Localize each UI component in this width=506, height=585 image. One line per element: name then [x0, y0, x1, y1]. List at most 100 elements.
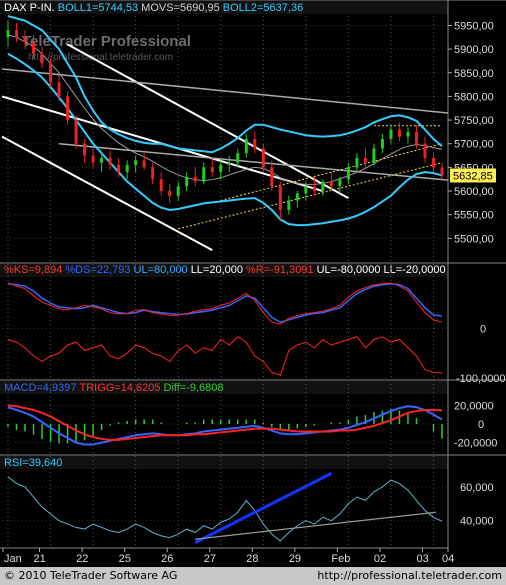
x-tick-label: 26 — [161, 553, 173, 565]
x-tick-label: 03 — [416, 553, 428, 565]
x-tick-label: 25 — [119, 553, 131, 565]
header-item: MOVS=5690,95 — [141, 2, 220, 14]
rsi-tick-label: 60,000 — [460, 482, 494, 494]
panel-header-0: DAX P-IN. BOLL1=5744,53 MOVS=5690,95 BOLL2=… — [4, 2, 303, 14]
candle-body — [270, 167, 274, 187]
stoch-tick-label: -100,0000 — [456, 373, 506, 385]
candle-body — [219, 165, 223, 173]
candle-body — [159, 179, 163, 192]
candle-body — [6, 30, 10, 38]
price-tick-label: 5550,00 — [454, 210, 494, 222]
price-tick-label: 5800,00 — [454, 91, 494, 103]
candle-body — [83, 143, 87, 156]
panel-header-3: RSI=39,640 — [4, 457, 62, 469]
candle-body — [227, 162, 231, 166]
candle-body — [91, 155, 95, 163]
candle-body — [389, 129, 393, 139]
panel-header-bg-3 — [0, 456, 448, 469]
x-tick-label: Feb — [331, 553, 350, 565]
footer-url-link[interactable]: http://professional.teletrader.com — [317, 567, 502, 585]
candle-body — [193, 176, 197, 182]
candle-body — [312, 186, 316, 192]
header-item: Diff=-9,6808 — [164, 382, 224, 394]
candle-body — [372, 148, 376, 163]
header-item: DAX P-IN. — [4, 2, 55, 14]
x-tick-label: 21 — [34, 553, 46, 565]
header-item: MACD=4,9397 — [4, 382, 76, 394]
price-tick-label: 5700,00 — [454, 139, 494, 151]
candle-body — [168, 191, 172, 196]
candle-body — [40, 53, 44, 64]
candle-body — [151, 167, 155, 180]
candle-body — [329, 181, 333, 187]
stoch-tick-label: 0 — [480, 324, 486, 336]
panel-header-1: %KS=9,894 %DS=22,793 UL=80,000 LL=20,000 %R=… — [4, 264, 446, 276]
candle-body — [125, 165, 129, 173]
macd-tick-label: 20,0000 — [454, 400, 494, 412]
candle-body — [236, 153, 240, 163]
candle-body — [49, 63, 53, 83]
header-item: %KS=9,894 — [4, 264, 62, 276]
candle-body — [397, 129, 401, 137]
candle-body — [346, 167, 350, 180]
x-tick-label: 29 — [289, 553, 301, 565]
x-tick-label: 28 — [246, 553, 258, 565]
macd-tick-label: -20,0000 — [454, 438, 497, 450]
header-item: LL=20,000 — [191, 264, 243, 276]
candle-body — [414, 131, 418, 144]
candle-body — [380, 139, 384, 149]
last-price-label: 5632,85 — [453, 170, 493, 182]
price-tick-label: 5850,00 — [454, 68, 494, 80]
candle-body — [440, 167, 444, 176]
candle-body — [108, 157, 112, 166]
candle-body — [244, 139, 248, 154]
candle-body — [74, 120, 78, 144]
candle-body — [406, 131, 410, 137]
x-tick-label: Jan — [4, 553, 22, 565]
price-tick-label: 5750,00 — [454, 115, 494, 127]
header-item: LL=-20,0000 — [384, 264, 446, 276]
header-item: UL=80,000 — [134, 264, 188, 276]
header-item: %DS=22,793 — [65, 264, 130, 276]
candle-body — [363, 157, 367, 163]
price-tick-label: 5600,00 — [454, 186, 494, 198]
price-tick-label: 5500,00 — [454, 233, 494, 245]
header-item: RSI=39,640 — [4, 457, 62, 469]
candle-body — [431, 157, 435, 168]
candle-body — [338, 179, 342, 187]
macd-tick-label: 0 — [478, 419, 484, 431]
candle-body — [287, 200, 291, 210]
copyright-text: © 2010 TeleTrader Software AG — [4, 569, 178, 582]
candle-body — [185, 176, 189, 187]
header-item: BOLL1=5744,53 — [58, 2, 138, 14]
candle-body — [117, 165, 121, 173]
candle-body — [134, 160, 138, 166]
header-item: %R=-91,3091 — [246, 264, 314, 276]
header-item: TRIGG=14,6205 — [79, 382, 160, 394]
x-tick-label: 27 — [204, 553, 216, 565]
candle-body — [261, 148, 265, 168]
candle-body — [304, 186, 308, 194]
header-item: BOLL2=5637,36 — [223, 2, 303, 14]
panel-header-2: MACD=4,9397 TRIGG=14,6205 Diff=-9,6808 — [4, 382, 224, 394]
candle-body — [423, 143, 427, 158]
x-tick-label: 04 — [442, 553, 454, 565]
candle-body — [355, 157, 359, 168]
candle-body — [57, 82, 61, 97]
header-item: UL=-80,0000 — [317, 264, 381, 276]
candle-body — [295, 193, 299, 201]
candle-body — [253, 139, 257, 149]
price-tick-label: 5900,00 — [454, 44, 494, 56]
candle-body — [321, 181, 325, 192]
candle-body — [66, 96, 70, 121]
candle-body — [142, 160, 146, 168]
panel-bg-1 — [0, 263, 506, 380]
rsi-tick-label: 40,000 — [460, 516, 494, 528]
candle-body — [176, 186, 180, 196]
candle-body — [278, 186, 282, 210]
price-tick-label: 5950,00 — [454, 20, 494, 32]
candle-body — [210, 167, 214, 173]
candle-body — [32, 42, 36, 54]
candle-body — [23, 37, 27, 43]
chart-canvas: DAX P-IN. BOLL1=5744,53 MOVS=5690,95 BOLL2=… — [0, 0, 506, 567]
